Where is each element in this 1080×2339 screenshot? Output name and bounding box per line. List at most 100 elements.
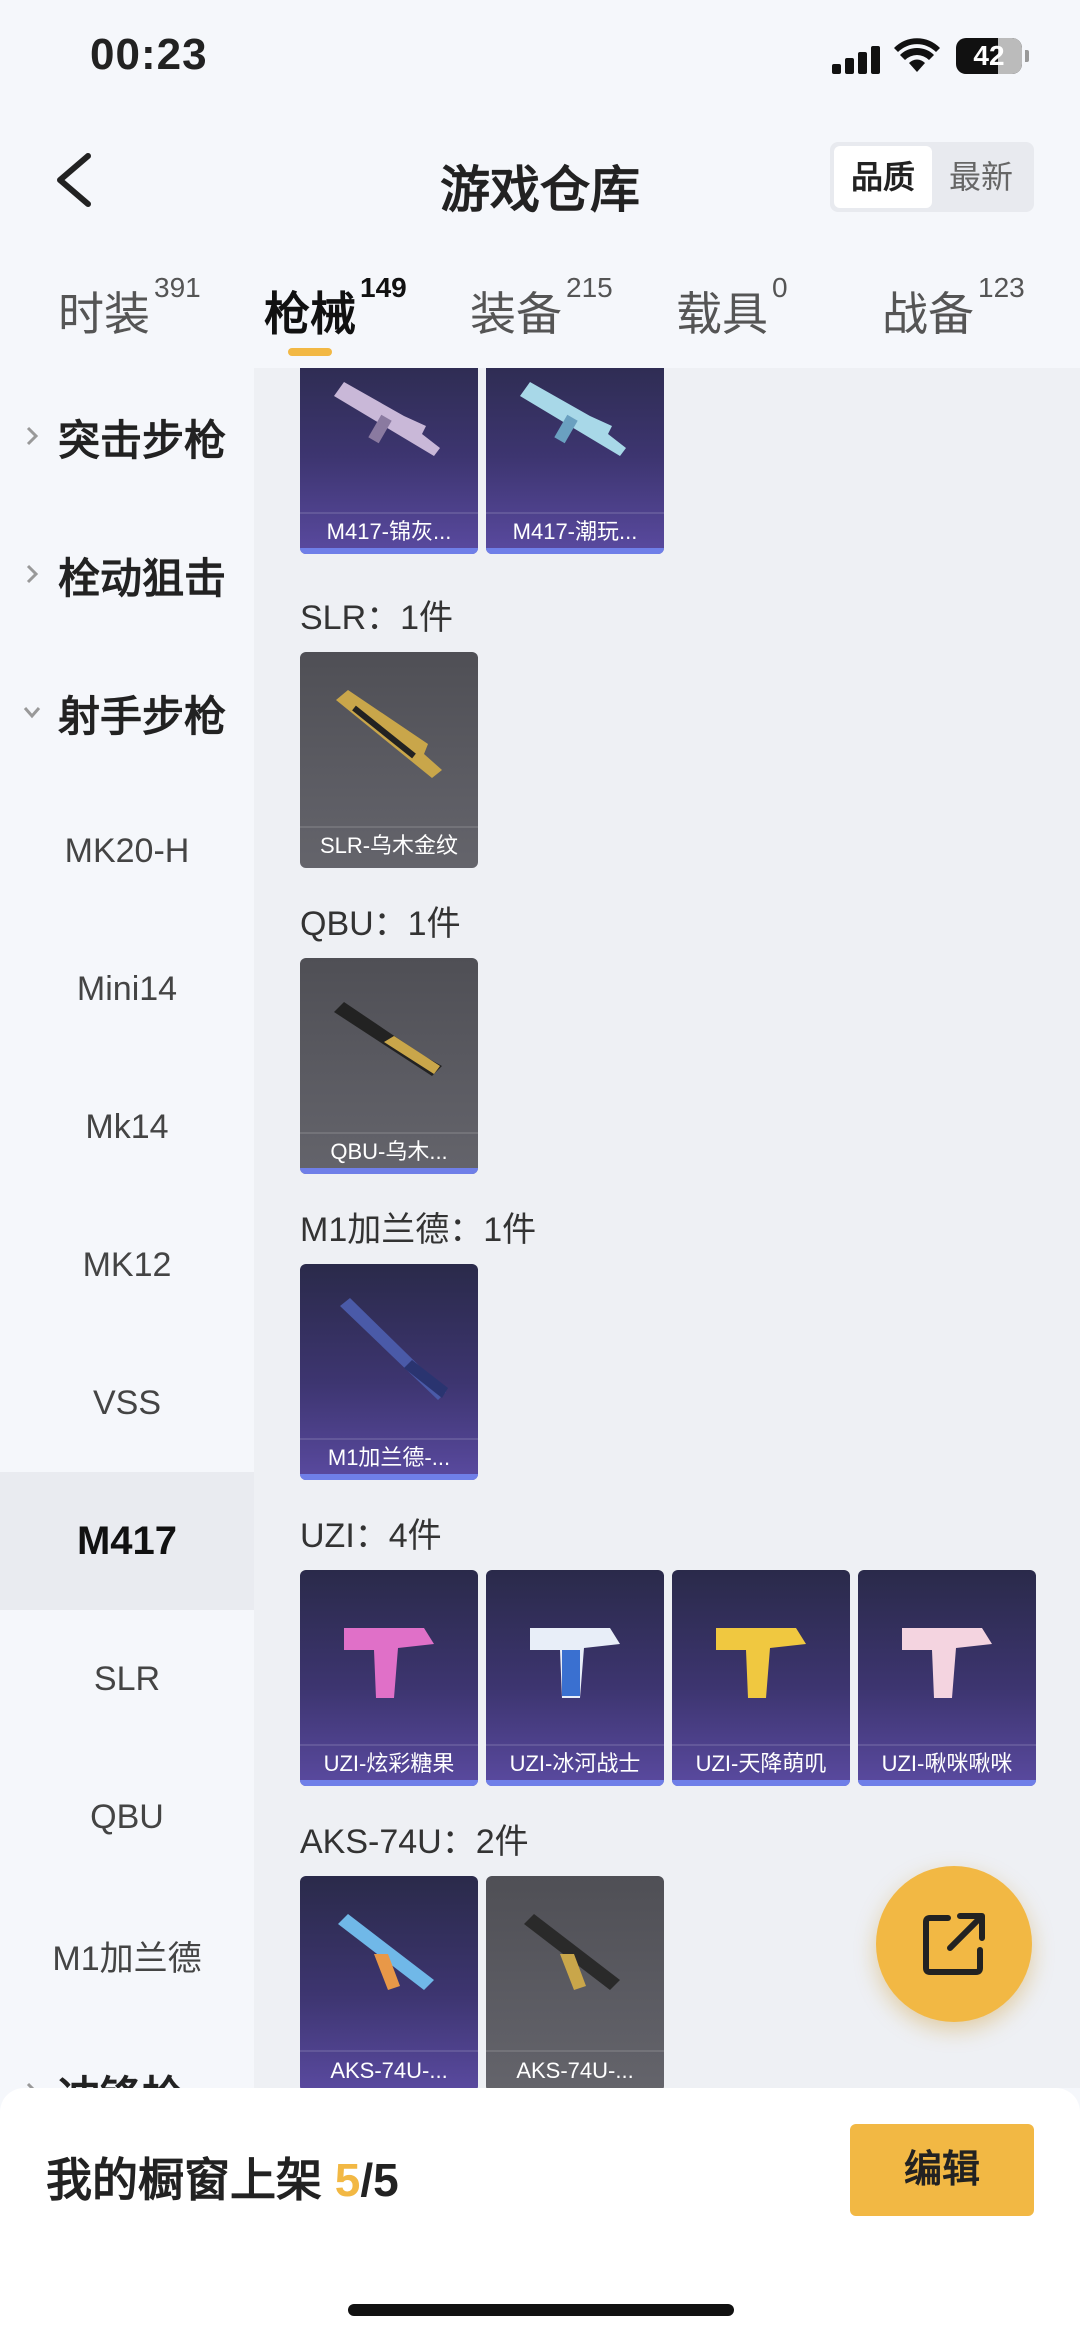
status-bar: 00:23 42: [0, 0, 1080, 120]
sidebar-item-mk20h[interactable]: MK20-H: [0, 782, 254, 920]
cellular-signal-icon: [832, 46, 880, 74]
sidebar-item-mini14[interactable]: Mini14: [0, 920, 254, 1058]
showcase-count: 5: [334, 2154, 361, 2206]
rifle-icon: [340, 1298, 448, 1400]
weapon-card[interactable]: UZI-炫彩糖果: [300, 1570, 478, 1786]
weapon-card[interactable]: UZI-啾咪啾咪: [858, 1570, 1036, 1786]
weapon-name: M417-锦灰...: [326, 519, 452, 544]
share-button[interactable]: [876, 1866, 1032, 2022]
rifle-icon: [336, 690, 442, 778]
weapon-type-sidebar: 突击步枪 栓动狙击 射手步枪 MK20-H Mini14 Mk14 MK12 V…: [0, 368, 254, 2088]
weapon-card[interactable]: M1加兰德-...: [300, 1264, 478, 1480]
group-label-m1-garand: M1加兰德：1件: [300, 1211, 537, 1249]
tab-vehicles[interactable]: 载具0: [676, 272, 788, 344]
tab-label: 时装: [58, 288, 150, 340]
tab-label: 载具: [676, 288, 768, 340]
weapon-name: UZI-啾咪啾咪: [881, 1751, 1013, 1776]
sidebar-item-assault-rifle[interactable]: 突击步枪: [0, 368, 254, 506]
weapon-name: M417-潮玩...: [512, 519, 638, 544]
tab-label: 枪械: [264, 288, 356, 340]
tab-count: 149: [360, 272, 407, 303]
sort-newest-button[interactable]: 最新: [932, 146, 1030, 208]
group-label-qbu: QBU：1件: [300, 905, 461, 943]
sidebar-item-qbu[interactable]: QBU: [0, 1748, 254, 1886]
sort-toggle: 品质 最新: [830, 142, 1034, 212]
tab-fashion[interactable]: 时装391: [58, 272, 201, 344]
card-divider: [486, 2050, 664, 2052]
weapon-card[interactable]: UZI-冰河战士: [486, 1570, 664, 1786]
quality-bar: [300, 1780, 478, 1786]
weapon-card[interactable]: M417-锦灰...: [300, 368, 478, 554]
tab-count: 0: [772, 272, 788, 303]
smg-icon: [530, 1628, 620, 1698]
quality-bar: [486, 548, 664, 554]
rifle-icon: [520, 382, 626, 456]
smg-icon: [902, 1628, 992, 1698]
weapon-name: AKS-74U-...: [516, 2058, 634, 2083]
sidebar-item-label: 栓动狙击: [58, 554, 227, 602]
weapon-card[interactable]: UZI-天降萌叽: [672, 1570, 850, 1786]
tab-label: 战备: [882, 288, 974, 340]
rifle-icon: [524, 1914, 620, 1990]
weapon-card[interactable]: M417-潮玩...: [486, 368, 664, 554]
weapon-name: AKS-74U-...: [330, 2058, 448, 2083]
weapon-name: QBU-乌木...: [330, 1139, 448, 1164]
showcase-bar: 我的橱窗上架 5/5 编辑: [0, 2088, 1080, 2339]
rifle-icon: [334, 382, 440, 456]
chevron-down-icon: [23, 707, 41, 719]
card-divider: [300, 2050, 478, 2052]
group-label-aks74u: AKS-74U：2件: [300, 1823, 529, 1861]
chevron-right-icon: [26, 2082, 35, 2088]
smg-icon: [716, 1628, 806, 1698]
smg-icon: [344, 1628, 434, 1698]
group-label-slr: SLR：1件: [300, 599, 454, 637]
quality-bar: [300, 548, 478, 554]
weapon-card[interactable]: AKS-74U-...: [486, 1876, 664, 2088]
tab-count: 215: [566, 272, 613, 303]
rifle-icon: [338, 1914, 434, 1990]
sidebar-item-smg[interactable]: 冲锋枪: [0, 2024, 254, 2088]
tab-count: 123: [978, 272, 1025, 303]
quality-bar: [300, 1474, 478, 1480]
sidebar-item-slr[interactable]: SLR: [0, 1610, 254, 1748]
header: 游戏仓库 品质 最新: [0, 120, 1080, 240]
sidebar-item-marksman-rifle[interactable]: 射手步枪: [0, 644, 254, 782]
category-tabs: 时装391 枪械149 装备215 载具0 战备123: [0, 260, 1080, 368]
showcase-label-text: 我的橱窗上架: [46, 2154, 335, 2206]
battery-icon: 42: [956, 38, 1029, 74]
rifle-icon: [334, 1002, 442, 1076]
sidebar-item-label: 突击步枪: [58, 416, 227, 464]
weapon-card[interactable]: SLR-乌木金纹: [300, 652, 478, 868]
sidebar-item-mk12[interactable]: MK12: [0, 1196, 254, 1334]
tab-firearms[interactable]: 枪械149: [264, 272, 407, 344]
sidebar-item-vss[interactable]: VSS: [0, 1334, 254, 1472]
showcase-label: 我的橱窗上架 5/5: [46, 2144, 399, 2210]
sidebar-item-bolt-sniper[interactable]: 栓动狙击: [0, 506, 254, 644]
edit-button[interactable]: 编辑: [850, 2124, 1034, 2216]
weapon-name: M1加兰德-...: [327, 1445, 451, 1470]
home-indicator: [348, 2304, 734, 2316]
weapon-name: UZI-炫彩糖果: [323, 1751, 455, 1776]
group-label-uzi: UZI：4件: [300, 1517, 442, 1555]
quality-bar: [486, 1780, 664, 1786]
weapon-card[interactable]: QBU-乌木...: [300, 958, 478, 1174]
tab-equipment[interactable]: 装备215: [470, 272, 613, 344]
weapon-grid: M417-锦灰... M417-潮玩... SLR：1件 SLR-乌木金纹 QB…: [254, 368, 1080, 2088]
active-tab-indicator: [288, 348, 332, 356]
battery-level: 42: [973, 40, 1005, 71]
weapon-name: UZI-天降萌叽: [695, 1751, 827, 1776]
weapon-card[interactable]: AKS-74U-...: [300, 1876, 478, 2088]
showcase-total: /5: [360, 2154, 399, 2206]
tab-supplies[interactable]: 战备123: [882, 272, 1025, 344]
sidebar-item-m417[interactable]: M417: [0, 1472, 254, 1610]
sidebar-item-mk14[interactable]: Mk14: [0, 1058, 254, 1196]
share-external-icon: [923, 1913, 985, 1975]
sort-quality-button[interactable]: 品质: [834, 146, 932, 208]
weapon-name: UZI-冰河战士: [509, 1751, 641, 1776]
wifi-icon: [894, 38, 940, 72]
quality-bar: [672, 1780, 850, 1786]
status-time: 00:23: [90, 30, 208, 79]
quality-bar: [858, 1780, 1036, 1786]
sidebar-item-label: 射手步枪: [58, 692, 227, 740]
sidebar-item-m1-garand[interactable]: M1加兰德: [0, 1886, 254, 2024]
